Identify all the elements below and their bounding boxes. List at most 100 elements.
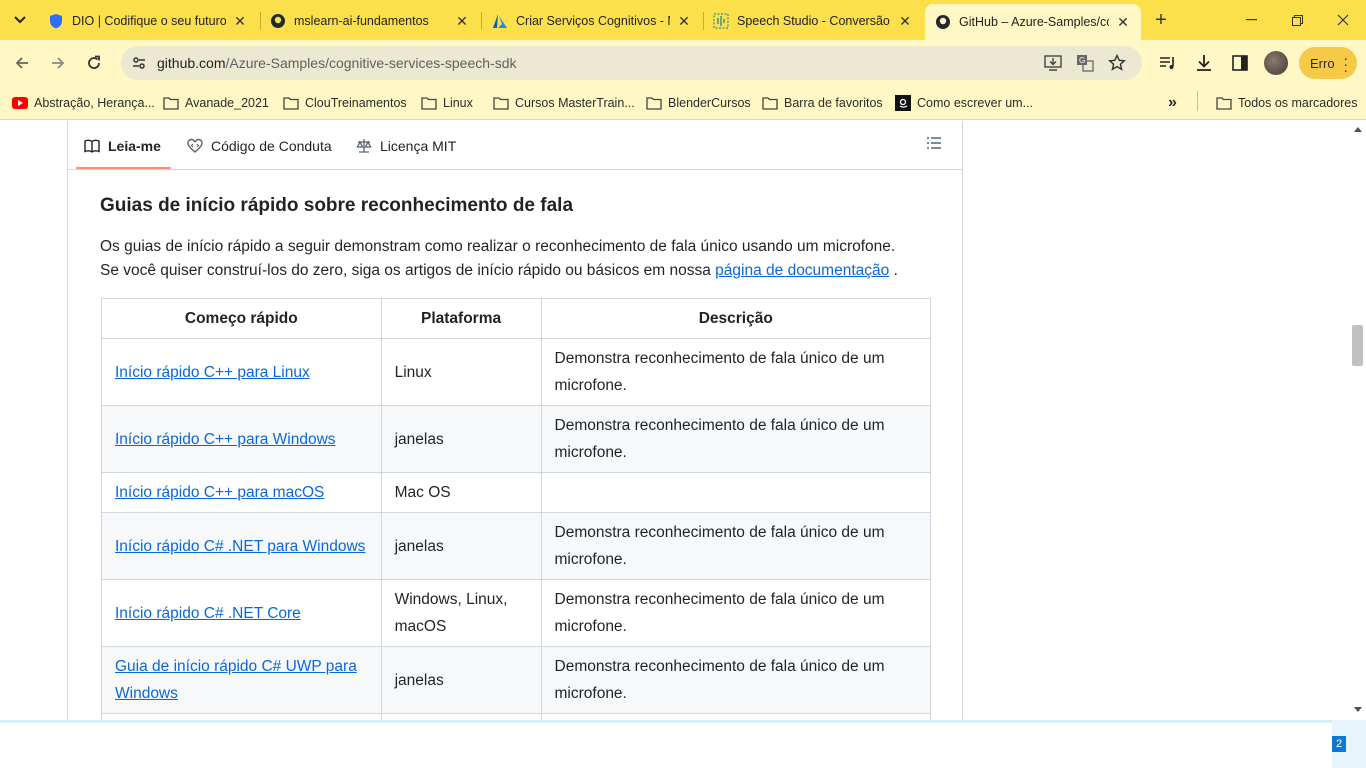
tab-license[interactable]: Licença MIT	[356, 135, 456, 157]
bookmark-star-icon[interactable]	[1107, 53, 1127, 73]
heart-code-icon	[187, 138, 203, 154]
side-panel-icon[interactable]	[1229, 52, 1251, 74]
close-window-button[interactable]	[1320, 0, 1366, 40]
notification-badge[interactable]: 2	[1332, 736, 1346, 752]
site-info-icon[interactable]	[129, 53, 149, 73]
more-bookmarks-button[interactable]: »	[1168, 92, 1177, 114]
description-cell: Demonstra reconhecimento de fala único d…	[540, 405, 931, 473]
bookmark-folder[interactable]: ClouTreinamentos	[283, 92, 407, 114]
tab-code-of-conduct[interactable]: Código de Conduta	[187, 135, 332, 157]
bookmark-label: Abstração, Herança...	[34, 96, 155, 110]
dio-shield-icon	[48, 13, 64, 29]
folder-icon	[283, 95, 299, 111]
bookmark-folder[interactable]: Cursos MasterTrain...	[493, 92, 635, 114]
outline-menu-button[interactable]	[926, 136, 946, 154]
tab-strip: DIO | Codifique o seu futuro ✕ mslearn-a…	[0, 0, 1366, 40]
address-bar[interactable]: github.com/Azure-Samples/cognitive-servi…	[121, 46, 1142, 80]
chevron-double-right-icon: »	[1168, 94, 1177, 111]
bookmark-item[interactable]: Abstração, Herança...	[12, 92, 155, 114]
browser-tab-speech-studio[interactable]: Speech Studio - Conversão d ✕	[703, 6, 923, 36]
documentation-link[interactable]: página de documentação	[715, 262, 889, 279]
quickstart-link[interactable]: Início rápido C# .NET para Windows	[115, 538, 365, 555]
quickstart-cell: Guia de início rápido C# UWP para Window…	[101, 646, 382, 714]
browser-tab-dio[interactable]: DIO | Codifique o seu futuro ✕	[38, 6, 258, 36]
platform-cell: Mac OS	[380, 472, 542, 513]
platform-cell: Windows, Linux, macOS	[380, 579, 542, 647]
page-content: Leia-me Código de Conduta Licença MIT Gu…	[0, 121, 1366, 720]
scroll-up-arrow-icon[interactable]	[1353, 125, 1363, 133]
download-icon[interactable]	[1193, 52, 1215, 74]
quickstart-link[interactable]: Início rápido C++ para macOS	[115, 484, 324, 501]
bookmark-folder[interactable]: BlenderCursos	[646, 92, 751, 114]
section-heading: Guias de início rápido sobre reconhecime…	[100, 195, 574, 216]
table-row: Início rápido C++ para macOS Mac OS	[101, 472, 931, 513]
bookmark-folder[interactable]: Avanade_2021	[163, 92, 269, 114]
tab-readme[interactable]: Leia-me	[84, 135, 161, 157]
bookmark-item[interactable]: Como escrever um...	[895, 92, 1033, 114]
paragraph-line-1: Os guias de início rápido a seguir demon…	[100, 238, 896, 255]
bottom-area	[0, 720, 1366, 768]
description-cell	[540, 472, 931, 513]
profile-error-button[interactable]: Erro · · ·	[1299, 47, 1357, 79]
tab-title: Speech Studio - Conversão d	[737, 14, 891, 28]
quickstart-link[interactable]: Início rápido C++ para Linux	[115, 364, 310, 381]
browser-tab-azure[interactable]: Criar Serviços Cognitivos - M ✕	[482, 6, 702, 36]
forward-button[interactable]	[44, 49, 72, 77]
description-cell: Demonstra reconhecimento de fala único d…	[540, 512, 931, 580]
browser-tab-github-active[interactable]: GitHub – Azure-Samples/cog ✕	[925, 4, 1141, 40]
tab-title: DIO | Codifique o seu futuro	[72, 14, 226, 28]
url-text[interactable]: github.com/Azure-Samples/cognitive-servi…	[157, 55, 516, 71]
amazon-icon	[895, 95, 911, 111]
bookmark-label: Cursos MasterTrain...	[515, 96, 635, 110]
column-header: Descrição	[540, 298, 931, 339]
description-cell: Demonstra reconhecimento de fala único d…	[540, 646, 931, 714]
arrow-left-icon	[15, 57, 28, 69]
folder-icon	[163, 95, 179, 111]
paragraph-end: .	[893, 262, 898, 279]
svg-text:G: G	[1079, 56, 1085, 65]
install-app-icon[interactable]	[1043, 53, 1063, 73]
new-tab-button[interactable]: +	[1150, 9, 1172, 31]
translate-icon[interactable]: G	[1075, 53, 1095, 73]
quickstart-link[interactable]: Início rápido C# .NET Core	[115, 605, 301, 622]
folder-icon	[493, 95, 509, 111]
close-icon[interactable]: ✕	[454, 13, 470, 29]
tab-search-button[interactable]	[6, 7, 34, 33]
reload-button[interactable]	[80, 49, 108, 77]
quickstart-link[interactable]: Início rápido C++ para Windows	[115, 431, 336, 448]
vertical-scrollbar[interactable]	[1350, 121, 1366, 720]
minimize-button[interactable]	[1228, 0, 1274, 40]
close-icon[interactable]: ✕	[1115, 14, 1131, 30]
minimize-icon	[1245, 19, 1257, 21]
scroll-down-arrow-icon[interactable]	[1353, 706, 1363, 714]
quickstart-cell: Início rápido C# .NET Core	[101, 579, 382, 647]
bookmark-label: BlenderCursos	[668, 96, 751, 110]
kebab-menu-icon[interactable]: · · ·	[1343, 51, 1348, 77]
tab-label: Licença MIT	[380, 138, 457, 154]
close-icon[interactable]: ✕	[676, 13, 692, 29]
close-icon[interactable]: ✕	[232, 13, 248, 29]
back-button[interactable]	[8, 49, 36, 77]
description-cell: Demonstra reconhecimento de fala único d…	[540, 338, 931, 406]
quickstart-link[interactable]: Guia de início rápido C# UWP para Window…	[115, 658, 357, 702]
table-row: Início rápido C++ para Linux Linux Demon…	[101, 338, 931, 406]
close-icon	[1337, 14, 1349, 26]
azure-icon	[492, 13, 508, 29]
bookmark-folder[interactable]: Barra de favoritos	[762, 92, 883, 114]
restore-button[interactable]	[1274, 0, 1320, 40]
plus-icon: +	[1155, 8, 1167, 31]
github-icon	[270, 13, 286, 29]
all-bookmarks-folder[interactable]: Todos os marcadores	[1216, 92, 1358, 114]
tab-title: mslearn-ai-fundamentos	[294, 14, 429, 28]
platform-cell: janelas	[380, 405, 542, 473]
column-header: Começo rápido	[101, 298, 382, 339]
bookmark-folder[interactable]: Linux	[421, 92, 473, 114]
scrollbar-thumb[interactable]	[1352, 325, 1363, 366]
profile-avatar[interactable]	[1264, 51, 1288, 75]
close-icon[interactable]: ✕	[897, 13, 913, 29]
media-controls-icon[interactable]	[1157, 52, 1179, 74]
bookmark-label: Todos os marcadores	[1238, 96, 1358, 110]
browser-tab-mslearn[interactable]: mslearn-ai-fundamentos ✕	[260, 6, 480, 36]
chevron-down-icon	[14, 16, 26, 24]
bookmarks-bar: Abstração, Herança... Avanade_2021 ClouT…	[0, 86, 1366, 120]
